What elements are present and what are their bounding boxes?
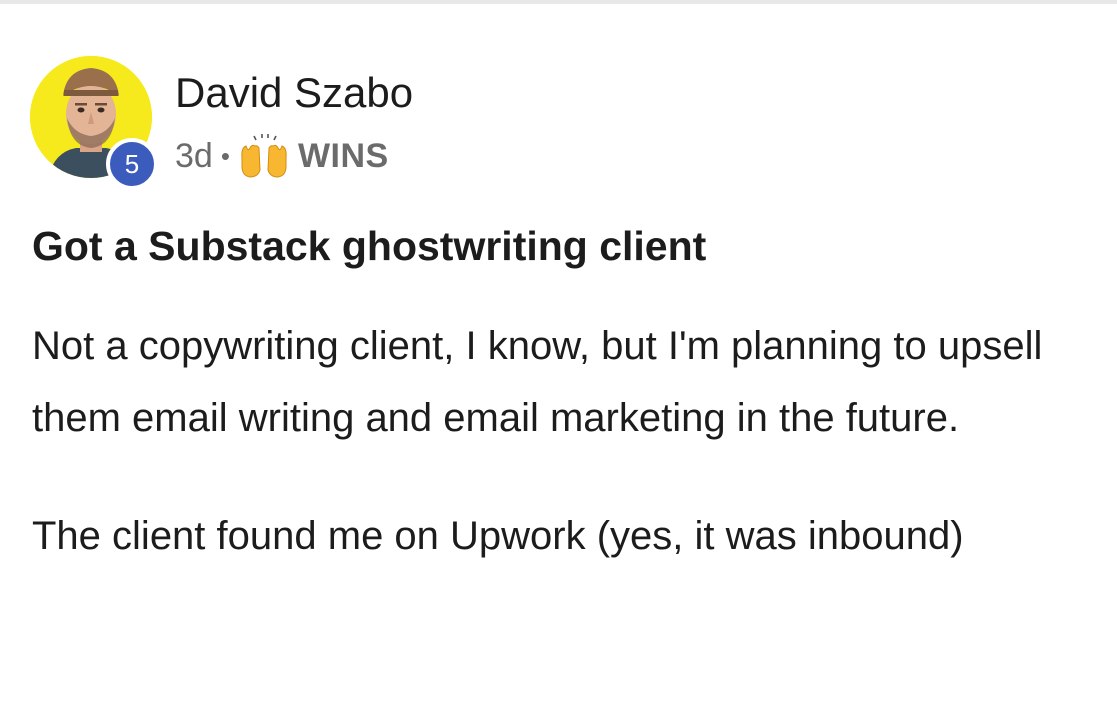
body-paragraph: The client found me on Upwork (yes, it w… [32,514,964,558]
category-label[interactable]: WINS [298,137,389,176]
post-title[interactable]: Got a Substack ghostwriting client [32,218,706,274]
post-meta: 3d • WINS [175,134,389,178]
author-name[interactable]: David Szabo [175,67,413,119]
author-avatar[interactable]: 5 [30,56,158,190]
body-paragraph: Not a copywriting client, I know, but I'… [32,324,1043,440]
post-time[interactable]: 3d [175,137,213,176]
post-card: 5 David Szabo 3d • WINS Got a Substack g… [0,4,1117,723]
raising-hands-icon [238,134,290,178]
post-body: Not a copywriting client, I know, but I'… [32,310,1112,618]
level-number: 5 [124,149,140,179]
level-badge: 5 [106,138,158,190]
meta-separator: • [220,140,230,171]
